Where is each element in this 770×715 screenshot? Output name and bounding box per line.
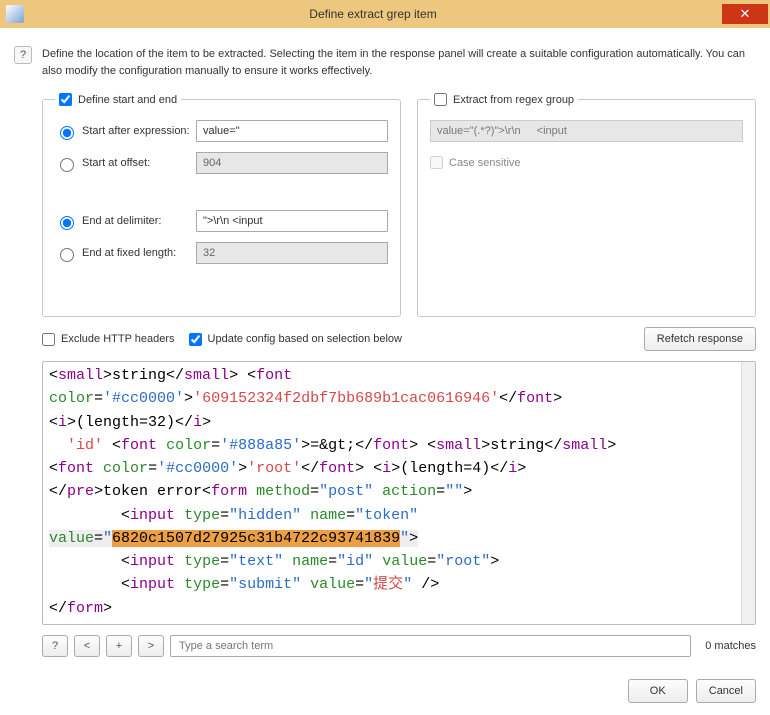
define-start-end-legend: Define start and end xyxy=(78,94,177,106)
refetch-response-button[interactable]: Refetch response xyxy=(644,327,756,351)
end-at-fixed-length-radio[interactable] xyxy=(60,248,74,262)
search-prev-button[interactable]: < xyxy=(74,635,100,657)
exclude-http-checkbox[interactable] xyxy=(42,333,55,346)
end-at-fixed-length-input: 32 xyxy=(196,242,388,264)
end-at-delimiter-input[interactable]: ">\r\n <input xyxy=(196,210,388,232)
search-next-button[interactable]: > xyxy=(138,635,164,657)
help-icon[interactable]: ? xyxy=(14,46,32,64)
update-config-label: Update config based on selection below xyxy=(208,333,402,345)
search-input[interactable] xyxy=(170,635,691,657)
intro-text: Define the location of the item to be ex… xyxy=(42,46,756,79)
extract-regex-legend: Extract from regex group xyxy=(453,94,574,106)
title-bar: Define extract grep item ✕ xyxy=(0,0,770,28)
window-title: Define extract grep item xyxy=(24,7,722,21)
update-config-checkbox[interactable] xyxy=(189,333,202,346)
extract-regex-toggle[interactable] xyxy=(434,93,447,106)
define-start-end-panel: Define start and end Start after express… xyxy=(42,93,401,317)
search-help-button[interactable]: ? xyxy=(42,635,68,657)
define-start-end-toggle[interactable] xyxy=(59,93,72,106)
scrollbar[interactable] xyxy=(741,362,755,624)
regex-input: value="(.*?)">\r\n <input xyxy=(430,120,743,142)
app-icon xyxy=(6,5,24,23)
extract-regex-panel: Extract from regex group value="(.*?)">\… xyxy=(417,93,756,317)
start-at-offset-input: 904 xyxy=(196,152,388,174)
start-after-expression-label: Start after expression: xyxy=(82,125,196,137)
case-sensitive-checkbox xyxy=(430,156,443,169)
response-panel[interactable]: <small>string</small> <font color='#cc00… xyxy=(42,361,756,625)
cancel-button[interactable]: Cancel xyxy=(696,679,756,703)
case-sensitive-label: Case sensitive xyxy=(449,157,521,169)
end-at-fixed-length-label: End at fixed length: xyxy=(82,247,196,259)
end-at-delimiter-label: End at delimiter: xyxy=(82,215,196,227)
close-button[interactable]: ✕ xyxy=(722,4,768,24)
start-at-offset-label: Start at offset: xyxy=(82,157,196,169)
start-after-expression-radio[interactable] xyxy=(60,126,74,140)
start-at-offset-radio[interactable] xyxy=(60,158,74,172)
end-at-delimiter-radio[interactable] xyxy=(60,216,74,230)
regex-value-left: value="(.*?)">\r\n xyxy=(437,125,521,137)
ok-button[interactable]: OK xyxy=(628,679,688,703)
start-after-expression-input[interactable]: value=" xyxy=(196,120,388,142)
regex-value-right: <input xyxy=(537,125,567,137)
exclude-http-label: Exclude HTTP headers xyxy=(61,333,175,345)
search-matches-label: 0 matches xyxy=(705,640,756,652)
search-add-button[interactable]: + xyxy=(106,635,132,657)
